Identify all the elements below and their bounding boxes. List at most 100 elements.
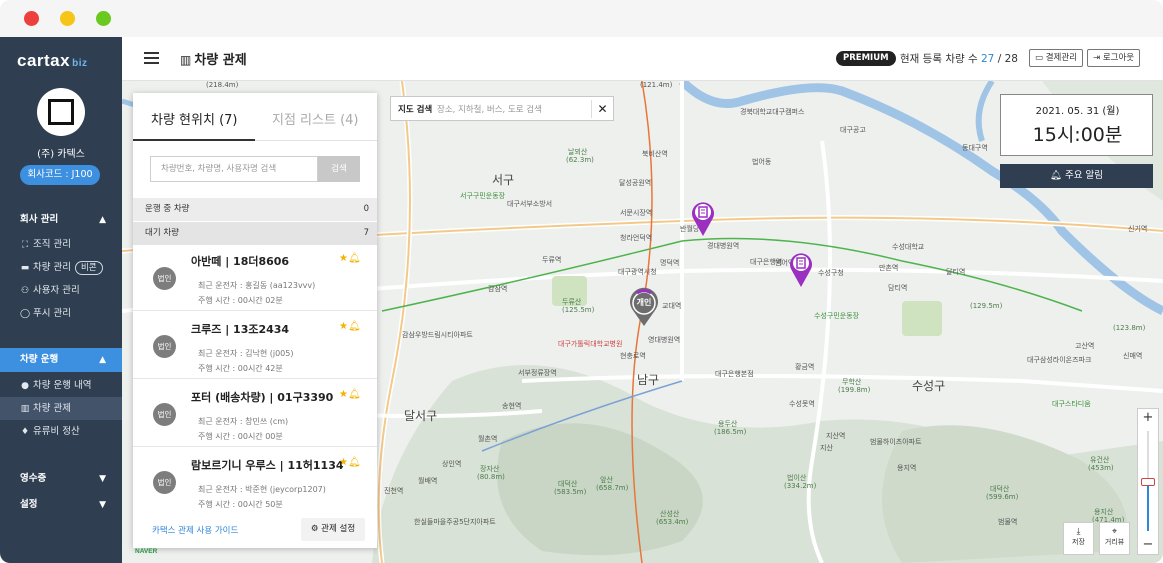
map-label: 현충로역 [620, 352, 646, 360]
vehicle-driver: 최근 운전자 : 창민쓰 (cm) [198, 417, 289, 426]
vehicle-location-pin[interactable]: 개인 [628, 287, 660, 327]
star-icon[interactable]: ★ [339, 253, 348, 264]
logo-text: cartax [17, 51, 71, 70]
vehicle-name: 크루즈 | 13조2434 [191, 323, 290, 336]
bell-icon[interactable]: 🔔︎ [348, 457, 361, 468]
corporate-badge: 법인 [153, 471, 176, 494]
map-label: 수성대학교 [892, 243, 925, 251]
vehicle-count-total: 28 [1004, 53, 1018, 65]
vehicle-count-label: 현재 등록 차량 수 [900, 53, 978, 65]
company-code-badge: 회사코드 : J100 [20, 165, 100, 185]
vehicle-search-input[interactable]: 차량번호, 차량명, 사용자명 검색 [150, 156, 318, 182]
company-avatar[interactable] [37, 88, 85, 136]
star-icon[interactable]: ★ [339, 321, 348, 332]
chevron-up-icon: ▲ [99, 355, 106, 365]
vehicle-list-item[interactable]: 법인 아반떼 | 18더8606 ★🔔︎ 최근 운전자 : 홍길동 (aa123… [133, 245, 377, 311]
save-map-button[interactable]: ⤓ 저장 [1063, 522, 1094, 555]
zoom-control[interactable]: + − [1137, 408, 1159, 555]
active-tab-indicator [133, 139, 255, 141]
sidebar-item-vehicle[interactable]: ▬ 차량 관리 비콘 [0, 256, 122, 279]
tab-branch-list[interactable]: 지점 리스트 (4) [272, 109, 358, 128]
sidebar-item-fuel[interactable]: ♦ 유류비 정산 [0, 420, 122, 443]
sidebar-item-org[interactable]: ⛶ 조직 관리 [0, 233, 122, 256]
map-label: 지산역 [826, 432, 846, 440]
map-label: (129.5m) [970, 302, 1003, 310]
map-label: 고산역 [1075, 342, 1095, 350]
bell-icon[interactable]: 🔔︎ [348, 253, 361, 264]
close-icon[interactable]: ✕ [591, 100, 613, 118]
vehicle-driver: 최근 운전자 : 박준현 (jeycorp1207) [198, 485, 326, 494]
map-search-input[interactable]: 장소, 지하철, 버스, 도로 검색 [437, 103, 542, 115]
vehicle-list-item[interactable]: 법인 크루즈 | 13조2434 ★🔔︎ 최근 운전자 : 김낙현 (j005)… [133, 313, 377, 379]
map-search-bar[interactable]: 지도 검색 장소, 지하철, 버스, 도로 검색 ✕ [390, 96, 614, 121]
map-label: (80.8m) [477, 473, 505, 481]
menu-group-vehicle-ops[interactable]: 차량 운행 ▲ [0, 348, 122, 372]
menu-group-receipts[interactable]: 영수증 ▼ [0, 467, 122, 491]
sidebar-item-control[interactable]: ▥ 차량 관제 [0, 397, 122, 420]
map-label: 월촌역 [478, 435, 498, 443]
running-vehicles-label: 운행 중 차량 [145, 204, 190, 214]
billing-button[interactable]: ▭ 결제관리 [1029, 49, 1084, 67]
current-time: 15시:00분 [1032, 124, 1123, 146]
key-alerts-button[interactable]: 🔔︎ 주요 알림 [1000, 164, 1153, 188]
guide-link[interactable]: 카택스 관제 사용 가이드 [152, 524, 238, 536]
map-label: 서구구민운동장 [460, 192, 506, 200]
zoom-in-button[interactable]: + [1138, 409, 1158, 427]
map-label: (123.8m) [1113, 324, 1146, 332]
logo[interactable]: cartax biz [17, 51, 88, 71]
vehicle-status-icons: ★🔔︎ [339, 457, 361, 468]
chevron-up-icon: ▲ [99, 215, 106, 225]
tab-vehicle-location[interactable]: 차량 현위치 (7) [151, 109, 237, 128]
minimize-window-button[interactable] [60, 11, 75, 26]
branch-location-pin-icon[interactable] [788, 250, 814, 288]
zoom-out-button[interactable]: − [1138, 536, 1158, 554]
zoom-slider-handle[interactable] [1141, 478, 1155, 486]
waiting-vehicles-label: 대기 차량 [145, 228, 179, 238]
beacon-tag: 비콘 [74, 261, 103, 275]
vehicle-drive-time: 주행 시간 : 00시간 02분 [198, 296, 283, 305]
running-vehicles-header[interactable]: 운행 중 차량 0 [133, 198, 377, 221]
page-title: ▥ 차량 관제 [180, 49, 247, 68]
maximize-window-button[interactable] [96, 11, 111, 26]
logout-button[interactable]: ⇥ 로그아웃 [1087, 49, 1141, 67]
hamburger-menu-icon[interactable] [144, 52, 159, 65]
key-alerts-label: 주요 알림 [1065, 170, 1104, 181]
map-label: 진천역 [384, 487, 404, 495]
sidebar-item-users[interactable]: ⚇ 사용자 관리 [0, 279, 122, 302]
car-icon: ▬ [20, 263, 30, 273]
chat-icon: ◯ [19, 309, 31, 319]
bell-icon[interactable]: 🔔︎ [348, 389, 361, 400]
vehicle-list-item[interactable]: 법인 포터 (배송차량) | 01구3390 ★🔔︎ 최근 운전자 : 창민쓰 … [133, 381, 377, 447]
menu-group-vehicle-ops-label: 차량 운행 [20, 354, 59, 365]
vehicle-name: 람보르기니 우루스 | 11허1134 [191, 459, 344, 472]
chevron-down-icon: ▼ [99, 474, 106, 484]
control-settings-button[interactable]: ⚙ 관제 설정 [301, 518, 365, 541]
map-label: 두류역 [542, 256, 562, 264]
menu-group-settings[interactable]: 설정 ▼ [0, 493, 122, 517]
map-label: 범물역 [998, 518, 1018, 526]
map-label: 수성못역 [789, 400, 815, 408]
vehicle-list-item[interactable]: 법인 람보르기니 우루스 | 11허1134 ★🔔︎ 최근 운전자 : 박준현 … [133, 449, 377, 514]
running-vehicles-count: 0 [363, 204, 369, 214]
map-label: (199.8m) [838, 386, 871, 394]
sidebar-item-label: 차량 관리 [33, 262, 71, 273]
star-icon[interactable]: ★ [339, 457, 348, 468]
distance-view-button[interactable]: ⌖ 거리뷰 [1099, 522, 1130, 555]
map-label: 수성구청 [818, 269, 844, 277]
branch-location-pin-icon[interactable] [690, 199, 716, 237]
bell-icon[interactable]: 🔔︎ [348, 321, 361, 332]
close-window-button[interactable] [24, 11, 39, 26]
map-label: (186.5m) [714, 428, 747, 436]
vehicle-name: 아반떼 | 18더8606 [191, 255, 290, 268]
map-label: 한실들마을주공5단지아파트 [414, 518, 496, 526]
vehicle-count-current: 27 [980, 53, 995, 65]
menu-group-company[interactable]: 회사 관리 ▲ [0, 208, 122, 232]
star-icon[interactable]: ★ [339, 389, 348, 400]
vehicle-list[interactable]: 법인 아반떼 | 18더8606 ★🔔︎ 최근 운전자 : 홍길동 (aa123… [133, 245, 377, 514]
page-title-text: 차량 관제 [194, 53, 247, 68]
waiting-vehicles-header[interactable]: 대기 차량 7 [133, 222, 377, 245]
map-label: 대구은행본점 [715, 370, 754, 378]
sidebar-item-history[interactable]: ● 차량 운행 내역 [0, 374, 122, 397]
vehicle-search-button[interactable]: 검색 [318, 156, 360, 182]
sidebar-item-push[interactable]: ◯ 푸시 관리 [0, 302, 122, 325]
